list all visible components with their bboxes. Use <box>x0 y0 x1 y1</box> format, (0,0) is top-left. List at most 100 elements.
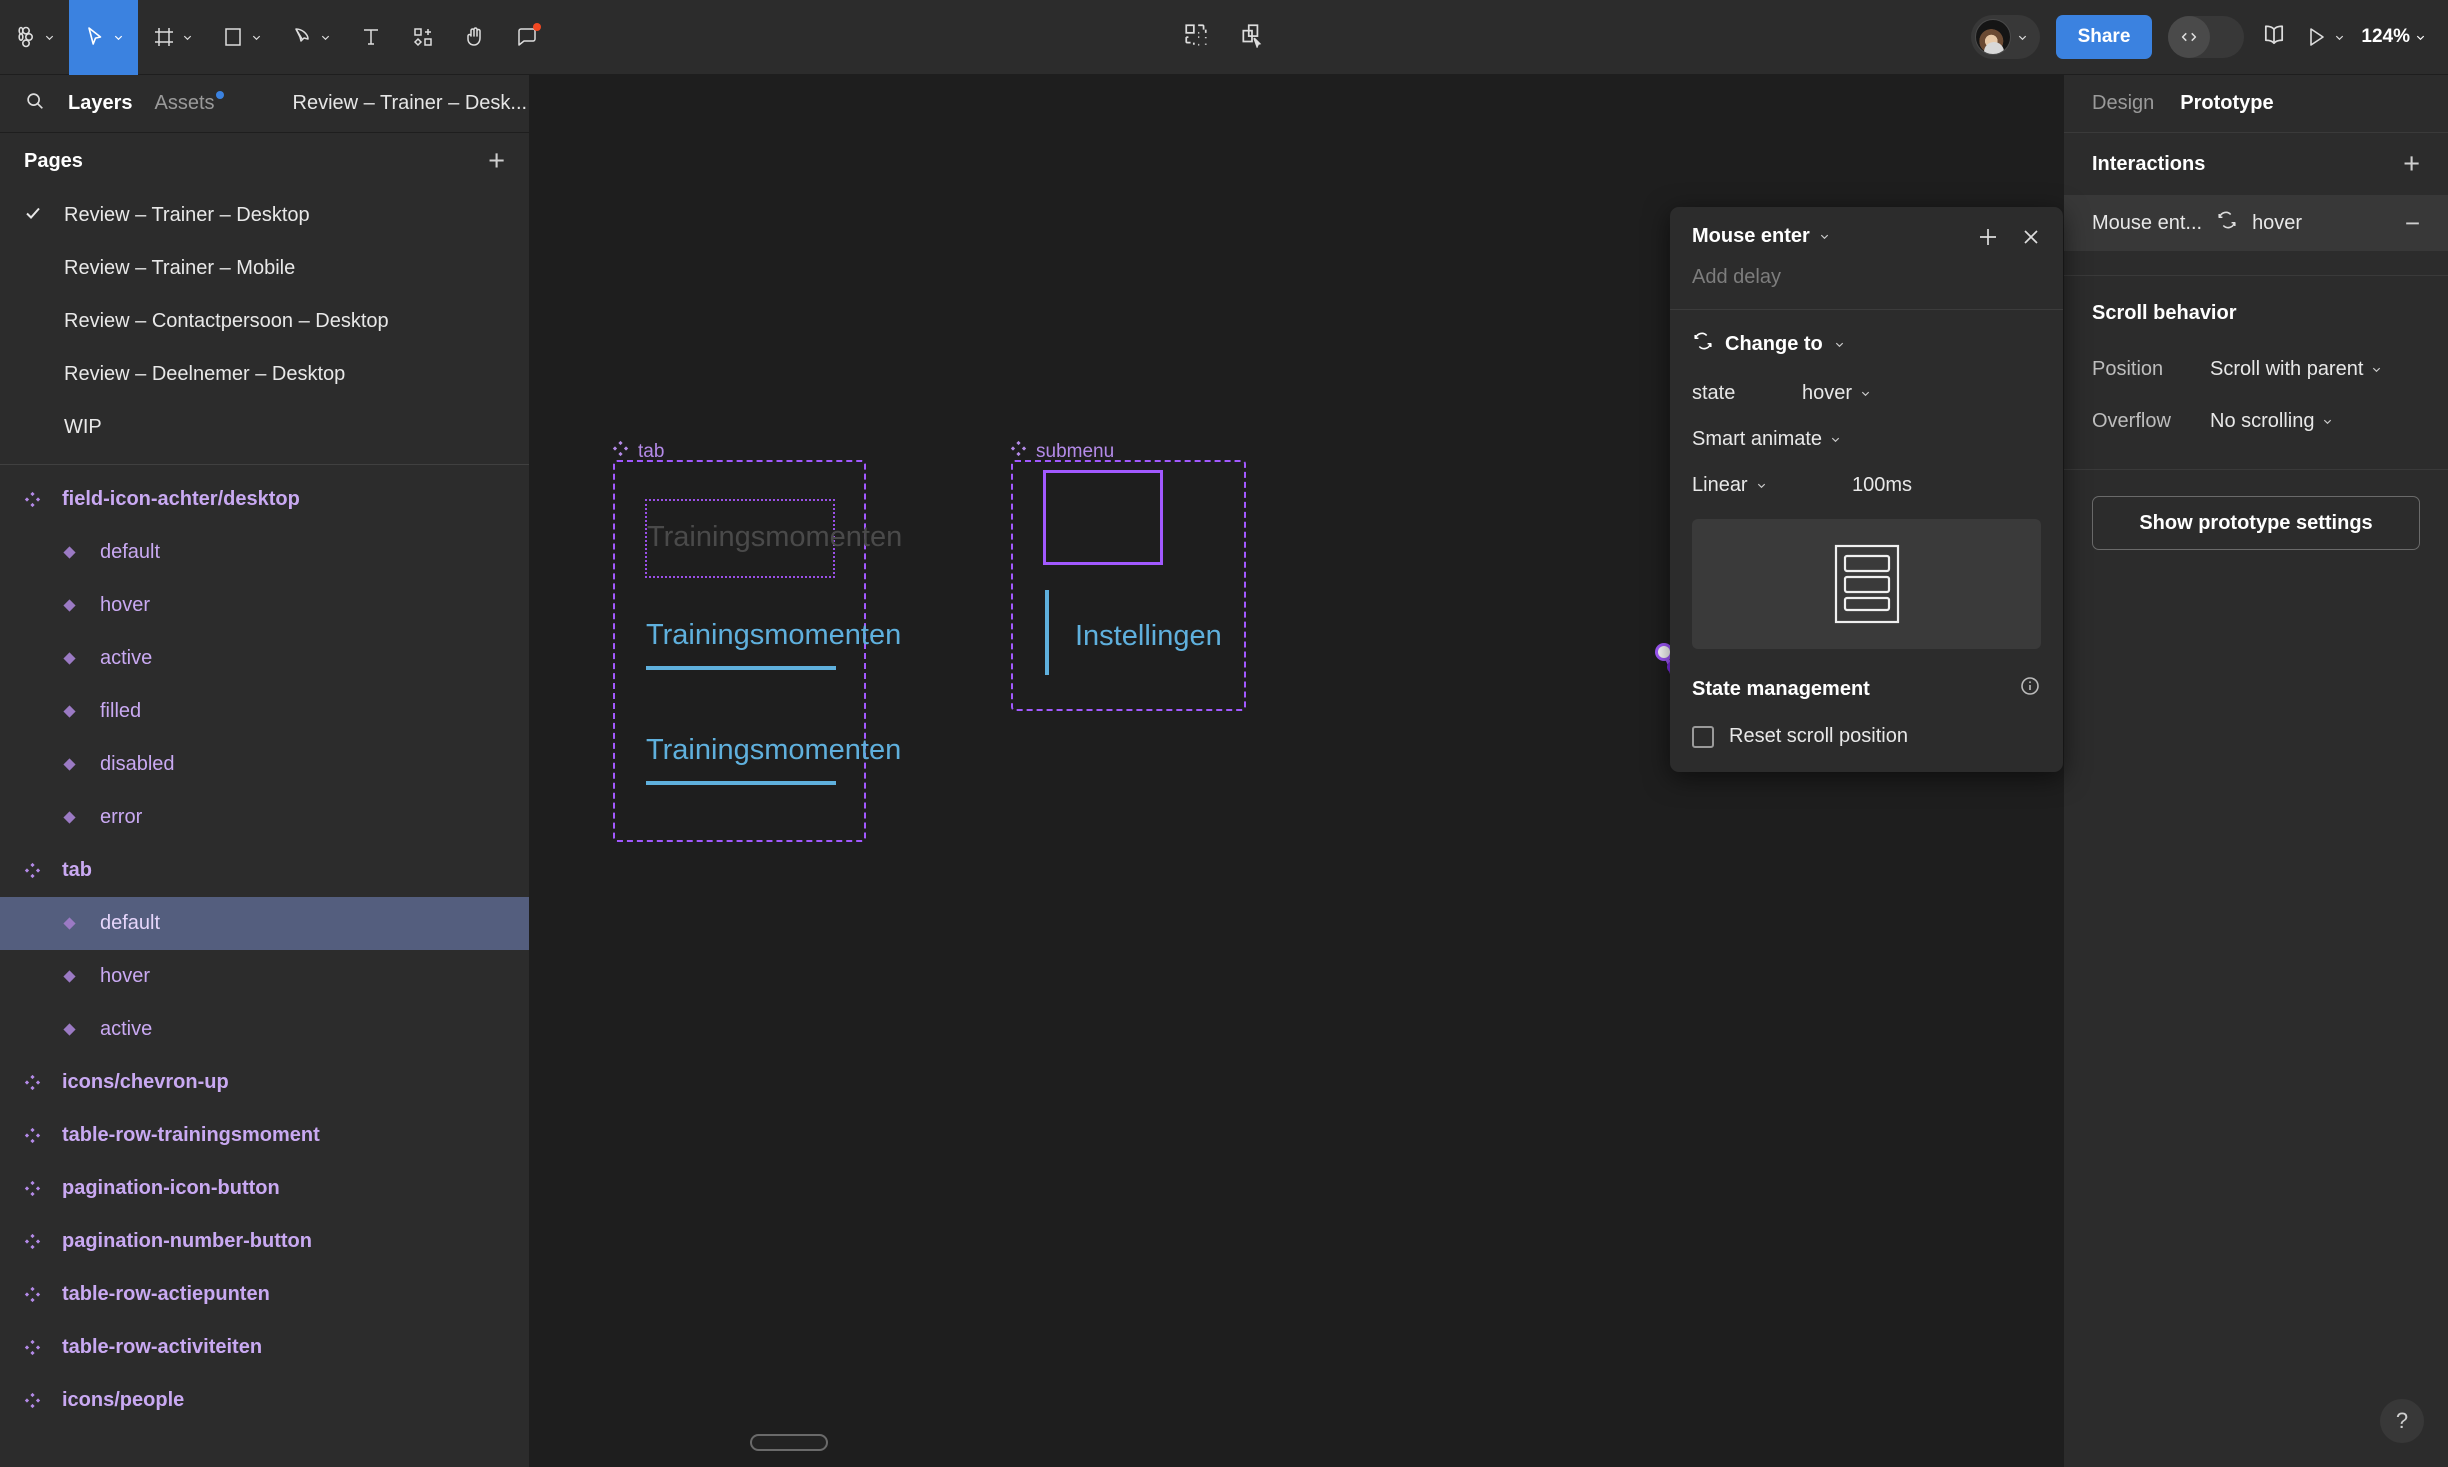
state-dropdown[interactable]: hover <box>1802 382 1871 405</box>
component-set-icon <box>24 1074 58 1091</box>
layer-row[interactable]: icons/people <box>0 1374 529 1427</box>
easing-dropdown[interactable]: Linear <box>1692 474 1852 497</box>
page-item[interactable]: Review – Trainer – Desktop <box>0 189 529 242</box>
figma-menu-button[interactable] <box>0 0 69 75</box>
position-row: Position Scroll with parent <box>2064 343 2448 395</box>
user-avatar-menu[interactable] <box>1970 15 2040 59</box>
tab-design[interactable]: Design <box>2092 92 2154 115</box>
layer-label: default <box>100 912 161 934</box>
layer-row[interactable]: error <box>0 791 529 844</box>
animation-dropdown[interactable]: Smart animate <box>1692 428 2041 451</box>
reset-scroll-checkbox[interactable] <box>1692 725 1714 748</box>
page-item[interactable]: Review – Trainer – Mobile <box>0 242 529 295</box>
layer-row[interactable]: active <box>0 1003 529 1056</box>
toolbar-left-group <box>0 0 553 75</box>
layer-row[interactable]: disabled <box>0 738 529 791</box>
grid-view-icon[interactable] <box>1183 22 1209 53</box>
overflow-dropdown[interactable]: No scrolling <box>2210 410 2333 433</box>
share-button[interactable]: Share <box>2055 15 2153 59</box>
search-icon[interactable] <box>24 90 46 117</box>
tab-assets[interactable]: Assets <box>155 91 224 115</box>
variant-icon <box>62 969 96 984</box>
chevron-down-icon <box>113 32 124 43</box>
plus-icon[interactable] <box>1977 226 1999 248</box>
tab-prototype[interactable]: Prototype <box>2180 92 2273 115</box>
book-icon[interactable] <box>2260 21 2288 54</box>
layer-row[interactable]: icons/chevron-up <box>0 1056 529 1109</box>
file-name-menu[interactable]: Review – Trainer – Desk... <box>293 92 550 115</box>
text-tool-button[interactable] <box>345 0 397 75</box>
frame-tool-button[interactable] <box>138 0 207 75</box>
canvas-frame-submenu[interactable]: Instellingen <box>1011 460 1246 711</box>
shape-tool-button[interactable] <box>207 0 276 75</box>
layer-row[interactable]: table-row-actiepunten <box>0 1268 529 1321</box>
page-item[interactable]: Review – Deelnemer – Desktop <box>0 348 529 401</box>
add-interaction-button[interactable]: + <box>2403 149 2420 179</box>
delay-input[interactable]: Add delay <box>1670 248 2063 309</box>
zoom-level-menu[interactable]: 124% <box>2361 26 2426 48</box>
interactions-header: Interactions + <box>2064 133 2448 195</box>
action-dropdown[interactable]: Change to <box>1692 330 2041 358</box>
tab-layers[interactable]: Layers <box>68 92 133 115</box>
chevron-down-icon <box>2373 367 2381 372</box>
submenu-title: Instellingen <box>1075 620 1222 652</box>
chevron-down-icon <box>182 32 193 43</box>
submenu-selected-item[interactable] <box>1043 470 1163 565</box>
layer-row[interactable]: filled <box>0 685 529 738</box>
layer-row[interactable]: table-row-trainingsmoment <box>0 1109 529 1162</box>
hand-icon <box>463 25 487 49</box>
variant-icon <box>62 545 96 560</box>
comment-notification-dot <box>533 23 541 31</box>
canvas-bottom-handle[interactable] <box>750 1434 828 1451</box>
text-icon <box>359 25 383 49</box>
popup-header: Mouse enter <box>1670 207 2063 248</box>
trigger-dropdown[interactable]: Mouse enter <box>1692 225 1830 248</box>
layer-row[interactable]: active <box>0 632 529 685</box>
right-sidebar: Design Prototype Interactions + Mouse en… <box>2063 75 2448 1467</box>
layer-row[interactable]: default <box>0 897 529 950</box>
interaction-list-item[interactable]: Mouse ent... hover − <box>2064 195 2448 251</box>
chevron-down-icon <box>1820 234 1828 240</box>
toolbar-center-group <box>1183 22 1265 53</box>
show-prototype-settings-button[interactable]: Show prototype settings <box>2092 496 2420 550</box>
layer-row[interactable]: pagination-number-button <box>0 1215 529 1268</box>
page-label: WIP <box>64 416 102 438</box>
reset-scroll-row[interactable]: Reset scroll position <box>1692 725 2041 748</box>
pen-tool-button[interactable] <box>276 0 345 75</box>
close-icon[interactable] <box>2021 227 2041 247</box>
layer-label: hover <box>100 594 151 616</box>
layer-row[interactable]: hover <box>0 950 529 1003</box>
variant-icon <box>62 704 96 719</box>
layer-row[interactable]: pagination-icon-button <box>0 1162 529 1215</box>
info-icon[interactable] <box>2019 675 2041 703</box>
chevron-down-icon <box>44 32 55 43</box>
pages-title: Pages <box>24 149 83 172</box>
layer-row[interactable]: table-row-activiteiten <box>0 1321 529 1374</box>
popup-header-actions <box>1977 226 2041 248</box>
interaction-trigger-label: Mouse ent... <box>2092 211 2203 234</box>
resources-tool-button[interactable] <box>397 0 449 75</box>
layer-row[interactable]: default <box>0 526 529 579</box>
layer-row[interactable]: hover <box>0 579 529 632</box>
canvas-frame-tab[interactable]: Trainingsmomenten Trainingsmomenten Trai… <box>613 460 902 842</box>
move-tool-button[interactable] <box>69 0 138 75</box>
page-item[interactable]: Review – Contactpersoon – Desktop <box>0 295 529 348</box>
variant-icon <box>62 916 96 931</box>
interaction-destination-label: hover <box>2252 211 2303 234</box>
variant-icon <box>62 757 96 772</box>
assets-notification-dot <box>215 91 224 99</box>
present-button[interactable] <box>2304 25 2345 49</box>
hand-tool-button[interactable] <box>449 0 501 75</box>
remove-interaction-button[interactable]: − <box>2405 210 2420 236</box>
layer-row[interactable]: tab <box>0 844 529 897</box>
comment-tool-button[interactable] <box>501 0 553 75</box>
position-dropdown[interactable]: Scroll with parent <box>2210 358 2382 381</box>
help-button[interactable]: ? <box>2380 1399 2424 1443</box>
page-item[interactable]: WIP <box>0 401 529 454</box>
layer-row[interactable]: field-icon-achter/desktop <box>0 473 529 526</box>
duplicate-layers-icon[interactable] <box>1239 22 1265 53</box>
add-page-button[interactable]: + <box>488 146 505 176</box>
state-label: state <box>1692 382 1736 404</box>
dev-mode-toggle[interactable] <box>2168 16 2245 58</box>
duration-input[interactable]: 100ms <box>1852 474 1912 497</box>
